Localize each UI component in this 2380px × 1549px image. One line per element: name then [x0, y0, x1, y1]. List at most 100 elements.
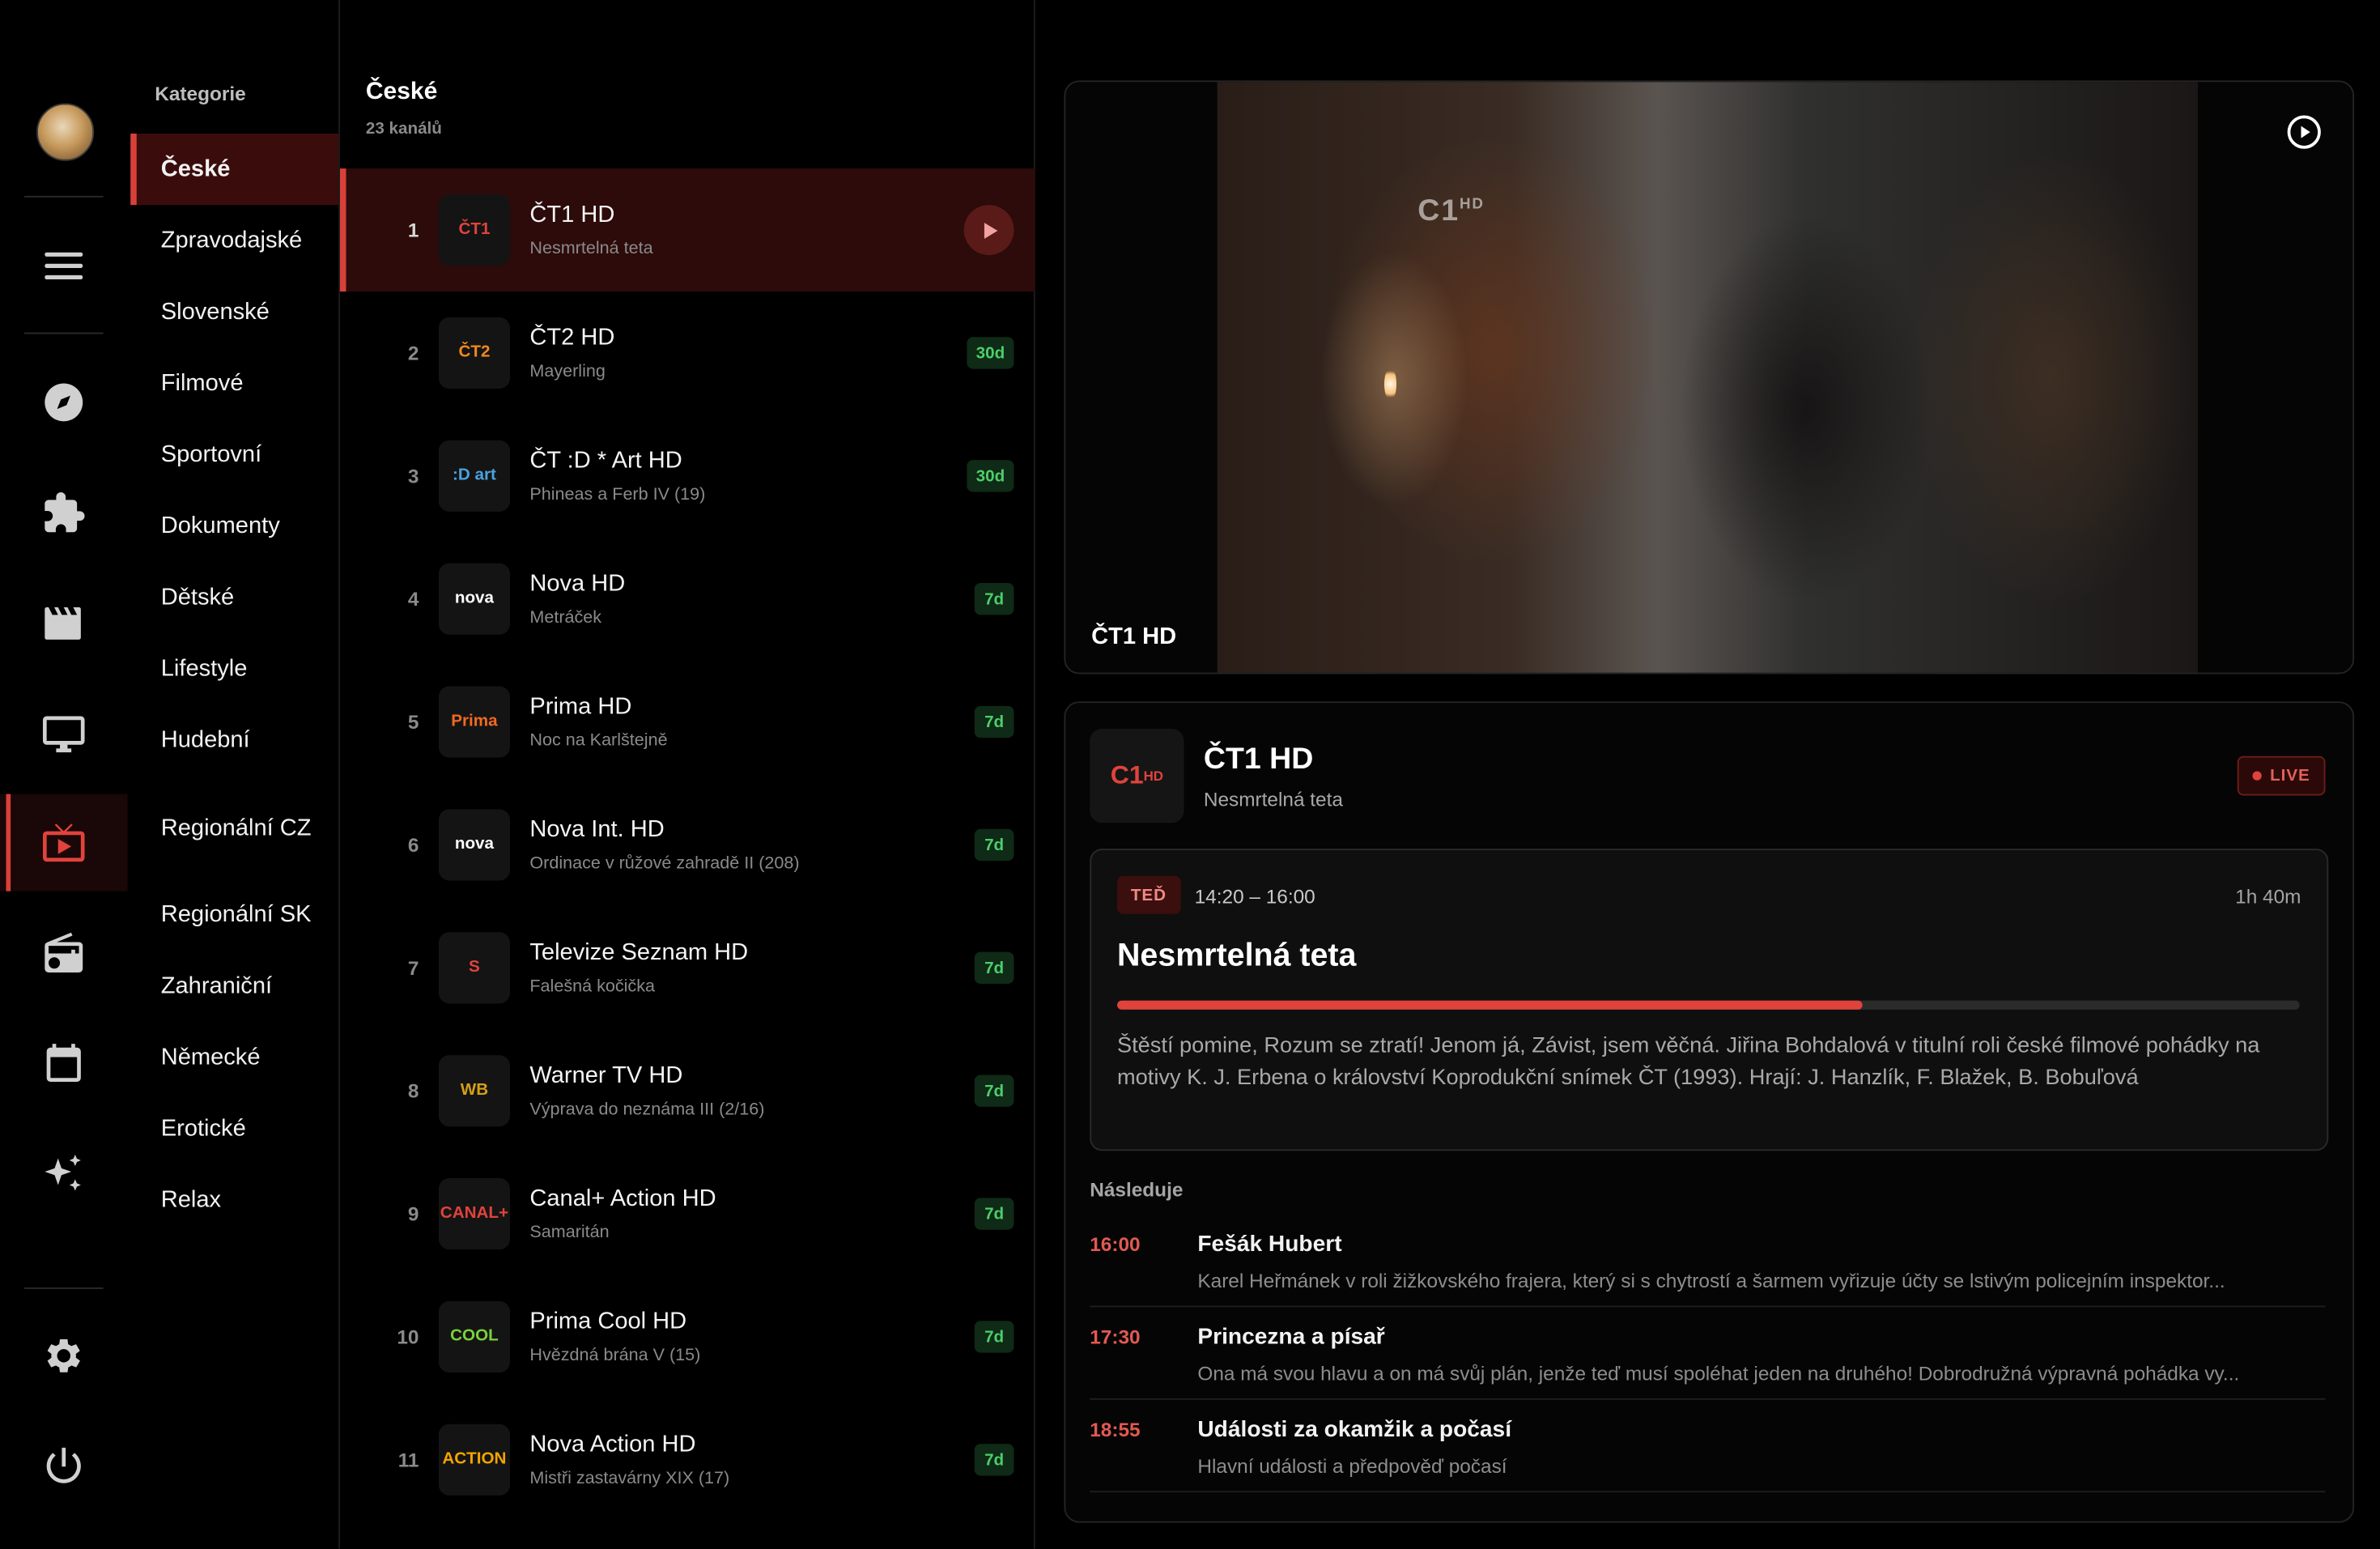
play-circle-icon — [2287, 115, 2321, 149]
channel-row[interactable]: 6 nova Nova Int. HD Ordinace v růžové zahra… — [340, 784, 1035, 907]
archive-badge: 7d — [974, 705, 1014, 738]
channel-row[interactable]: 10 COOL Prima Cool HD Hvězdná brána V (15) 7… — [340, 1275, 1035, 1398]
rail-item-tv[interactable] — [0, 685, 128, 782]
hamburger-icon — [45, 252, 83, 279]
icon-rail — [0, 0, 128, 1549]
rail-item-movies[interactable] — [0, 574, 128, 671]
watermark-hd: HD — [1459, 196, 1485, 214]
channel-name: Nova Action HD — [529, 1432, 696, 1458]
category-panel: Kategorie České Zpravodajské Slovenské Film… — [128, 0, 340, 1549]
next-title: Princezna a písař — [1197, 1324, 1385, 1350]
channel-name: Prima HD — [529, 693, 632, 720]
archive-badge: 7d — [974, 1444, 1014, 1476]
channel-row[interactable]: 2 ČT2 ČT2 HD Mayerling 30d — [340, 292, 1035, 415]
category-item[interactable]: Erotické — [130, 1104, 338, 1152]
category-item[interactable]: České — [130, 134, 339, 206]
channel-number: 9 — [407, 1202, 419, 1226]
channel-row[interactable]: 3:D art ČT :D * Art HD Phineas a Ferb IV (… — [340, 415, 1035, 538]
video-channel-watermark: C1HD — [1417, 194, 1485, 229]
category-item[interactable]: Filmové — [130, 359, 338, 407]
channel-number: 4 — [407, 587, 419, 611]
now-tag: TEĎ — [1117, 875, 1180, 914]
clapperboard-icon — [45, 607, 81, 640]
next-item[interactable]: 16:00 Fešák Hubert Karel Heřmánek v roli ž… — [1090, 1215, 2326, 1308]
channel-number: 6 — [407, 833, 419, 857]
category-item[interactable]: Zahraniční — [130, 961, 338, 1010]
category-item[interactable]: Sportovní — [130, 430, 338, 479]
rail-item-power[interactable] — [0, 1418, 128, 1515]
channel-program: Falešná kočička — [529, 977, 656, 997]
channel-row[interactable]: 11 ACTION Nova Action HD Mistři zastavárny … — [340, 1398, 1035, 1521]
next-time: 16:00 — [1090, 1232, 1141, 1256]
archive-badge: 7d — [974, 828, 1014, 862]
avatar[interactable] — [36, 103, 95, 161]
video-frame[interactable]: C1HD — [1217, 82, 2198, 673]
channel-logo: ACTION — [438, 1423, 510, 1496]
now-duration: 1h 40m — [2235, 885, 2301, 909]
category-item[interactable]: Zpravodajské — [130, 215, 338, 264]
next-title: Události za okamžik a počasí — [1197, 1416, 1512, 1443]
channel-logo: :D art — [438, 440, 510, 512]
channel-name: Televize Seznam HD — [529, 939, 749, 966]
channel-count: 23 kanálů — [365, 120, 442, 138]
channel-play-button[interactable] — [963, 205, 1014, 255]
channel-row[interactable]: 1 ČT1 ČT1 HD Nesmrtelná teta — [340, 168, 1035, 292]
now-time: 14:20 – 16:00 — [1194, 885, 1315, 909]
video-player[interactable]: C1HD ČT1 HD — [1064, 80, 2355, 674]
rail-item-live-tv[interactable] — [0, 794, 128, 892]
channel-row[interactable]: 5 Prima Prima HD Noc na Karlštejně 7d — [340, 661, 1035, 784]
rail-item-radio[interactable] — [0, 905, 128, 1002]
player-play-button[interactable] — [2286, 114, 2323, 151]
watermark-number: 1 — [1441, 194, 1460, 228]
next-item[interactable]: 18:55 Události za okamžik a počasí Hlavní … — [1090, 1400, 2326, 1493]
category-item[interactable]: Hudební — [130, 715, 338, 764]
category-item[interactable]: Slovenské — [130, 287, 338, 335]
category-item[interactable]: Regionální SK — [130, 890, 338, 938]
channel-logo: ČT2 — [438, 317, 510, 389]
category-item[interactable]: Relax — [130, 1175, 338, 1223]
now-title: Nesmrtelná teta — [1117, 938, 1357, 973]
gear-icon — [47, 1338, 80, 1372]
archive-badge: 7d — [974, 1198, 1014, 1230]
live-badge: LIVE — [2236, 755, 2326, 796]
next-description: Ona má svou hlavu a on má svůj plán, jen… — [1197, 1361, 2240, 1385]
watermark-logo: C — [1417, 194, 1442, 228]
channel-number: 7 — [407, 956, 419, 980]
next-item[interactable]: 17:30 Princezna a písař Ona má svou hlavu … — [1090, 1307, 2326, 1400]
channel-number: 2 — [407, 341, 419, 364]
channel-program: Výprava do neznáma III (2/16) — [529, 1100, 765, 1119]
channel-number: 5 — [407, 710, 419, 734]
rail-item-explore[interactable] — [0, 354, 128, 451]
app-root: Kategorie České Zpravodajské Slovenské Film… — [0, 0, 2380, 1549]
channel-row[interactable]: 4 nova Nova HD Metráček 7d — [340, 538, 1035, 661]
player-channel-label: ČT1 HD — [1091, 623, 1177, 650]
rail-item-addons[interactable] — [0, 465, 128, 562]
menu-icon[interactable] — [0, 217, 128, 314]
channel-name: Prima Cool HD — [529, 1309, 687, 1335]
category-header: Kategorie — [155, 82, 246, 105]
channel-program: Nesmrtelná teta — [529, 240, 653, 258]
rail-item-calendar[interactable] — [0, 1015, 128, 1112]
archive-badge: 30d — [967, 460, 1014, 492]
channel-row[interactable]: 7 S Televize Seznam HD Falešná kočička 7d — [340, 906, 1035, 1029]
category-item[interactable]: Dokumenty — [130, 501, 338, 550]
category-item[interactable]: Lifestyle — [130, 644, 338, 692]
category-item[interactable]: Dětské — [130, 572, 338, 621]
archive-badge: 7d — [974, 583, 1014, 615]
sparkles-icon — [45, 1154, 81, 1191]
channel-row[interactable]: 9 CANAL+ Canal+ Action HD Samaritán 7d — [340, 1152, 1035, 1275]
channel-row[interactable]: 8 WB Warner TV HD Výprava do neznáma III (2… — [340, 1029, 1035, 1152]
rail-item-settings[interactable] — [0, 1307, 128, 1404]
rail-item-ai[interactable] — [0, 1125, 128, 1222]
details-channel-name: ČT1 HD — [1203, 742, 1314, 777]
category-item[interactable]: Regionální CZ — [130, 786, 312, 868]
next-description: Hlavní události a předpověď počasí — [1197, 1454, 1507, 1478]
category-item[interactable]: Německé — [130, 1032, 338, 1081]
live-tv-icon — [42, 823, 85, 862]
next-title: Fešák Hubert — [1197, 1231, 1342, 1257]
monitor-icon — [42, 716, 85, 753]
channel-logo: WB — [438, 1055, 510, 1127]
play-icon — [984, 222, 997, 238]
rail-divider — [24, 332, 104, 334]
details-logo-number: 1 — [1128, 760, 1144, 789]
